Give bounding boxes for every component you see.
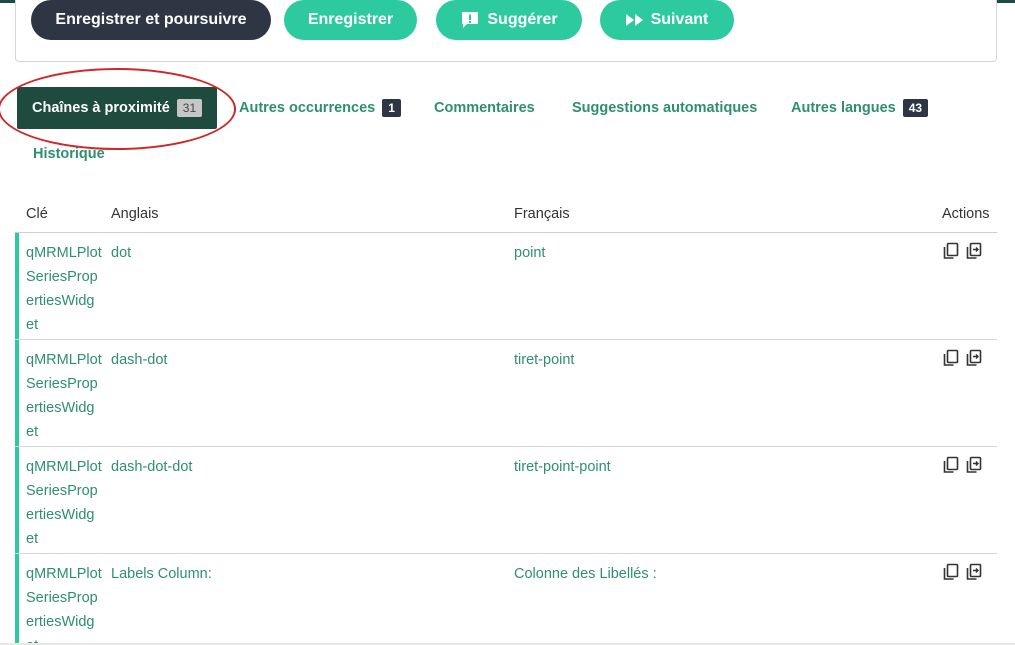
tab-bar: Chaînes à proximité 31 Autres occurrence… [15, 87, 997, 177]
row-target-link[interactable]: tiret-point [514, 348, 574, 372]
tab-nearby-strings-label: Chaînes à proximité [32, 100, 170, 116]
tab-history-label: Historique [33, 146, 105, 162]
table-row: qMRMLPlotSeriesPropertiesWidget dash-dot… [15, 447, 997, 554]
row-actions [942, 456, 983, 474]
other-languages-count-badge: 43 [902, 99, 929, 117]
copy-icon[interactable] [942, 563, 960, 581]
next-button[interactable]: Suivant [600, 0, 734, 40]
nearby-strings-count-badge: 31 [176, 99, 203, 117]
clone-icon[interactable] [965, 456, 983, 474]
row-source-text: dot [111, 245, 132, 261]
next-label: Suivant [650, 11, 709, 28]
row-actions [942, 563, 983, 581]
table-row: qMRMLPlotSeriesPropertiesWidget dash-dot… [15, 340, 997, 447]
table-row: qMRMLPlotSeriesPropertiesWidget Labels C… [15, 554, 997, 645]
copy-icon[interactable] [942, 242, 960, 260]
tab-other-languages-label: Autres langues [791, 100, 896, 116]
row-target-link[interactable]: point [514, 241, 545, 265]
copy-icon[interactable] [942, 349, 960, 367]
tab-automatic-suggestions-label: Suggestions automatiques [572, 100, 758, 116]
row-key-link[interactable]: qMRMLPlotSeriesPropertiesWidget [26, 562, 102, 645]
header-key: Clé [26, 206, 48, 222]
tab-other-occurrences[interactable]: Autres occurrences 1 [239, 87, 401, 129]
tab-nearby-strings[interactable]: Chaînes à proximité 31 [17, 87, 218, 129]
row-source-text: dash-dot [111, 352, 168, 368]
tab-comments[interactable]: Commentaires [434, 87, 535, 129]
row-key-link[interactable]: qMRMLPlotSeriesPropertiesWidget [26, 348, 102, 444]
save-button[interactable]: Enregistrer [284, 0, 417, 40]
suggest-label: Suggérer [487, 11, 558, 28]
row-key-link[interactable]: qMRMLPlotSeriesPropertiesWidget [26, 455, 102, 551]
suggest-icon [462, 12, 479, 28]
clone-icon[interactable] [965, 349, 983, 367]
copy-icon[interactable] [942, 456, 960, 474]
row-key-link[interactable]: qMRMLPlotSeriesPropertiesWidget [26, 241, 102, 337]
tab-history[interactable]: Historique [33, 133, 105, 175]
other-occurrences-count-badge: 1 [382, 99, 401, 117]
save-and-continue-label: Enregistrer et poursuivre [55, 11, 247, 28]
row-target-link[interactable]: Colonne des Libellés : [514, 562, 657, 586]
save-and-continue-button[interactable]: Enregistrer et poursuivre [31, 0, 271, 40]
clone-icon[interactable] [965, 242, 983, 260]
header-target: Français [514, 206, 570, 222]
row-actions [942, 242, 983, 260]
suggest-button[interactable]: Suggérer [436, 0, 582, 40]
fast-forward-icon [625, 14, 643, 26]
row-target-link[interactable]: tiret-point-point [514, 455, 611, 479]
clone-icon[interactable] [965, 563, 983, 581]
header-actions: Actions [942, 206, 990, 222]
tab-other-languages[interactable]: Autres langues 43 [791, 87, 929, 129]
row-source-text: Labels Column: [111, 566, 212, 582]
table-header: Clé Anglais Français Actions [15, 198, 997, 233]
row-source-text: dash-dot-dot [111, 459, 193, 475]
tab-automatic-suggestions[interactable]: Suggestions automatiques [572, 87, 757, 129]
row-actions [942, 349, 983, 367]
table-row: qMRMLPlotSeriesPropertiesWidget dot poin… [15, 233, 997, 340]
save-label: Enregistrer [307, 11, 394, 28]
header-source: Anglais [111, 206, 159, 222]
editor-action-panel: Enregistrer et poursuivre Enregistrer Su… [15, 0, 997, 62]
tab-comments-label: Commentaires [434, 100, 535, 116]
nearby-strings-table: Clé Anglais Français Actions qMRMLPlotSe… [15, 198, 997, 645]
tab-other-occurrences-label: Autres occurrences [239, 100, 376, 116]
